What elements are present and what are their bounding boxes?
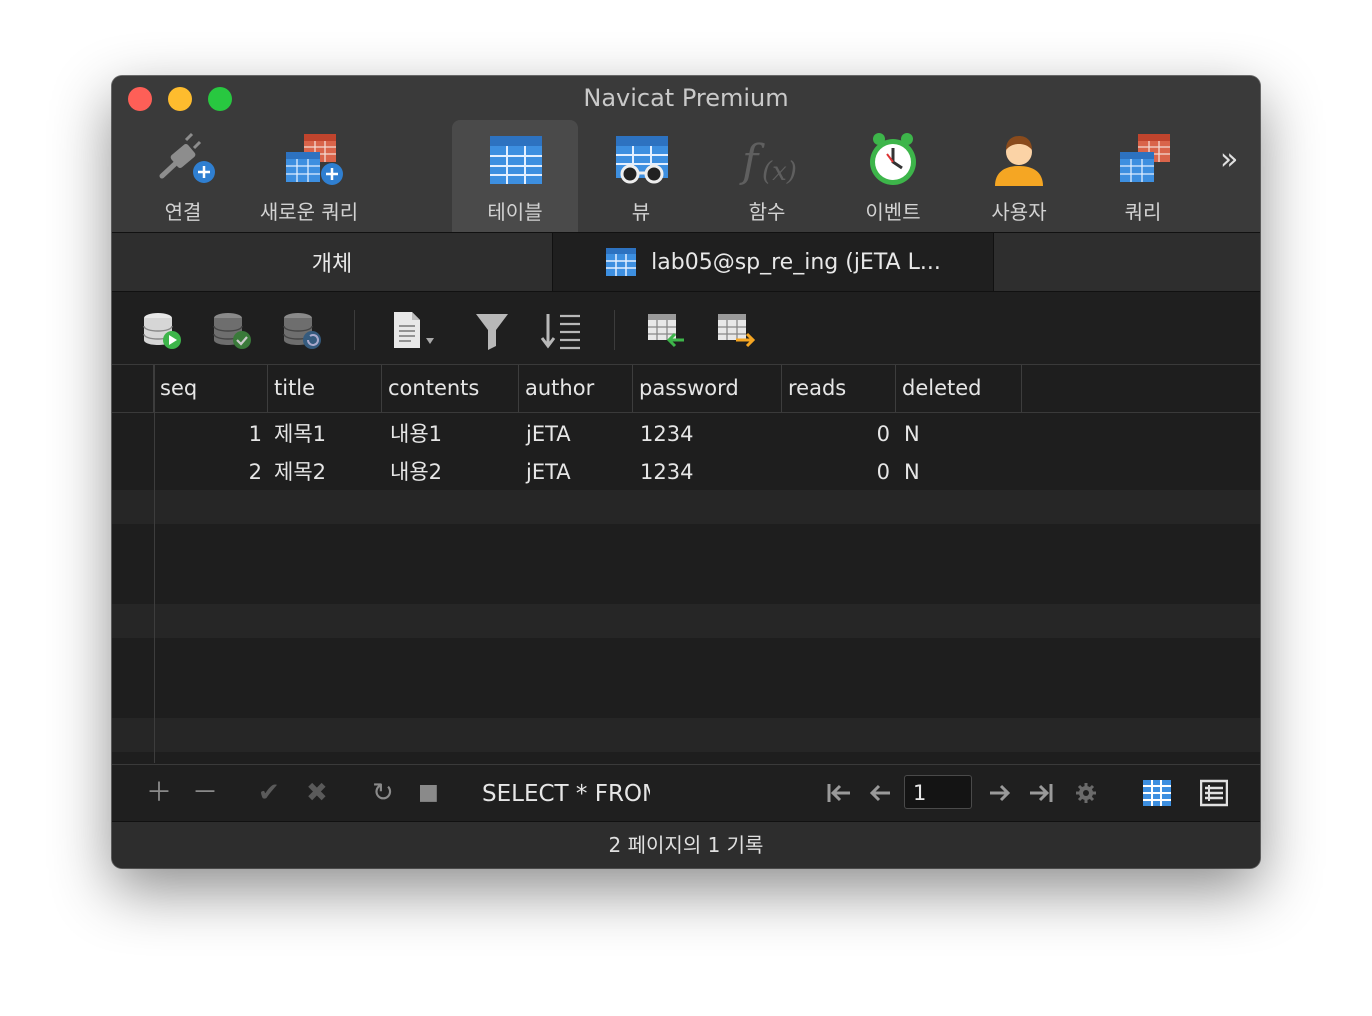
next-page-icon[interactable] [988,781,1012,805]
toolbar-label: 함수 [748,200,786,224]
table-icon [490,136,542,184]
status-bar: 2 페이지의 1 기록 [112,821,1260,868]
tab-objects-label: 개체 [311,252,353,277]
toolbar-label: 사용자 [991,200,1047,224]
last-page-icon[interactable] [1028,781,1054,805]
column-header-author[interactable]: author [519,365,633,412]
table-row[interactable]: 2 제목2 내용2 jETA 1234 0 N [112,453,1260,491]
svg-text:(x): (x) [762,157,797,187]
toolbar-divider [614,310,615,350]
toolbar-label: 새로운 쿼리 [259,200,359,224]
table-row[interactable]: 1 제목1 내용1 jETA 1234 0 N [112,415,1260,453]
column-header-deleted[interactable]: deleted [896,365,1022,412]
view-glasses-icon [616,136,668,184]
page-number-input[interactable]: 1 [904,775,972,809]
cell-author[interactable]: jETA [526,453,626,491]
refresh-icon[interactable]: ↻ [372,765,394,821]
sort-icon[interactable] [540,310,584,352]
settings-gear-icon[interactable] [1074,781,1098,805]
grid-header: seq title contents author password reads… [112,365,1260,413]
cell-password[interactable]: 1234 [640,453,770,491]
tab-table-data[interactable]: lab05@sp_re_ing (jETA L... [553,233,994,291]
discard-changes-icon[interactable]: ✖ [306,765,328,821]
export-icon[interactable] [714,310,758,352]
db-run-icon[interactable] [140,310,184,352]
db-rollback-icon[interactable] [280,310,324,352]
column-header-password[interactable]: password [633,365,782,412]
toolbar-label: 뷰 [631,200,651,224]
sql-preview[interactable]: SELECT * FROM [482,765,650,821]
filter-icon[interactable] [472,310,516,352]
cell-seq[interactable]: 2 [154,453,262,491]
column-header-reads[interactable]: reads [782,365,896,412]
toolbar-label: 연결 [164,200,202,224]
toolbar-label: 테이블 [487,200,543,224]
cell-seq[interactable]: 1 [154,415,262,453]
row-header-corner [112,365,154,412]
data-grid: seq title contents author password reads… [112,365,1260,763]
cell-password[interactable]: 1234 [640,415,770,453]
stop-icon[interactable]: ■ [418,765,439,821]
cell-contents[interactable]: 내용1 [390,415,510,453]
tab-objects[interactable]: 개체 [112,233,553,291]
cell-deleted[interactable]: N [904,415,1004,453]
grid-stripe [112,604,1260,638]
cell-title[interactable]: 제목1 [274,415,374,453]
column-header-title[interactable]: title [268,365,382,412]
cell-contents[interactable]: 내용2 [390,453,510,491]
cell-author[interactable]: jETA [526,415,626,453]
table-icon [606,248,637,276]
toolbar-query-button[interactable]: 쿼리 [1108,120,1178,232]
plug-add-icon [159,132,215,183]
toolbar-overflow-button[interactable]: » [1220,142,1238,177]
title-toolbar: Navicat Premium 연결 새로운 쿼리 테이블 뷰 f (x) 함수… [112,76,1260,233]
tab-table-label: lab05@sp_re_ing (jETA L... [651,249,941,275]
new-query-icon [286,134,343,185]
app-window: Navicat Premium 연결 새로운 쿼리 테이블 뷰 f (x) 함수… [112,76,1260,868]
grid-view-icon[interactable] [1142,779,1172,807]
toolbar-table-button[interactable]: 테이블 [452,120,578,232]
delete-record-icon[interactable]: － [192,765,218,821]
column-header-seq[interactable]: seq [154,365,268,412]
toolbar-event-button[interactable]: 이벤트 [850,120,936,232]
first-page-icon[interactable] [826,781,852,805]
query-icon [1120,134,1170,182]
previous-page-icon[interactable] [868,781,892,805]
document-dropdown-icon[interactable] [390,310,434,352]
toolbar-divider [354,310,355,350]
toolbar-connection-button[interactable]: 연결 [142,120,224,232]
grid-stripe [112,490,1260,524]
cell-title[interactable]: 제목2 [274,453,374,491]
cell-reads[interactable]: 0 [782,415,890,453]
grid-stripe [112,718,1260,752]
apply-changes-icon[interactable]: ✔ [258,765,280,821]
import-icon[interactable] [644,310,688,352]
user-icon [995,136,1043,186]
alarm-clock-icon [870,133,916,185]
toolbar-view-button[interactable]: 뷰 [602,120,680,232]
toolbar-label: 쿼리 [1124,200,1162,224]
db-commit-icon[interactable] [210,310,254,352]
grid-toolbar [112,292,1260,365]
cell-reads[interactable]: 0 [782,453,890,491]
cell-deleted[interactable]: N [904,453,1004,491]
column-header-contents[interactable]: contents [382,365,519,412]
add-record-icon[interactable]: ＋ [146,765,172,821]
toolbar-function-button[interactable]: f (x) 함수 [728,120,806,232]
form-view-icon[interactable] [1200,779,1228,807]
grid-action-bar: ＋ － ✔ ✖ ↻ ■ SELECT * FROM 1 [112,764,1260,821]
toolbar-label: 이벤트 [865,200,921,224]
function-icon: f (x) [739,136,797,187]
tab-bar: 개체 lab05@sp_re_ing (jETA L... [112,233,1260,292]
toolbar-user-button[interactable]: 사용자 [978,120,1060,232]
toolbar-new-query-button[interactable]: 새로운 쿼리 [254,120,364,232]
window-title: Navicat Premium [583,84,789,112]
